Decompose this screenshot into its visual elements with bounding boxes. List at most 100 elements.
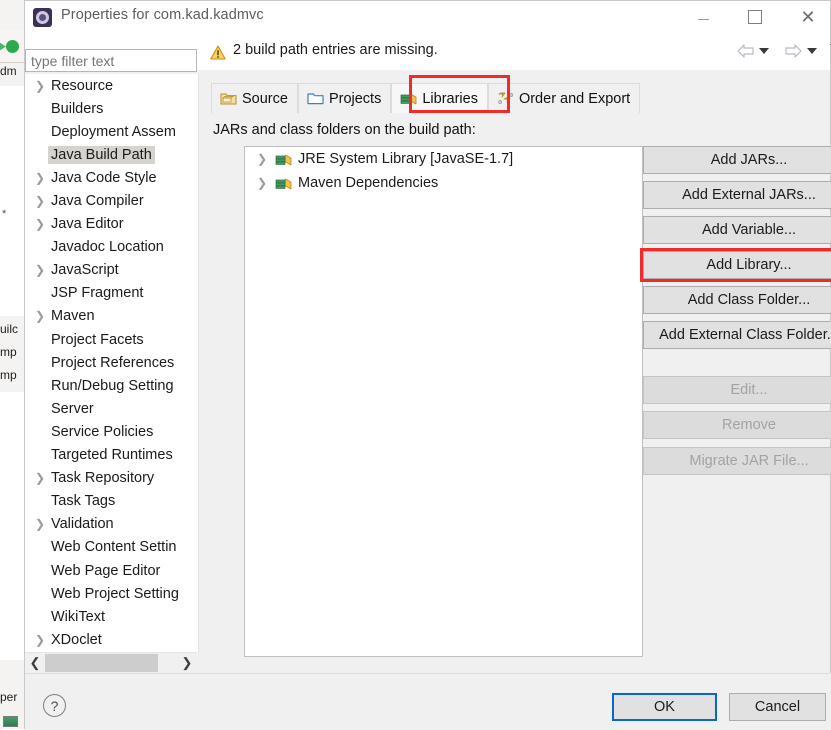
- sidebar-item-java-code-style[interactable]: ❯ Java Code Style: [26, 166, 198, 189]
- sidebar-item-label: Java Code Style: [51, 169, 157, 186]
- chevron-right-icon[interactable]: ❯: [32, 633, 48, 647]
- sidebar-item-jsp-fragment[interactable]: JSP Fragment: [26, 282, 198, 305]
- sidebar-item-label: JavaScript: [51, 262, 119, 279]
- chevron-down-icon[interactable]: [759, 48, 769, 54]
- back-navigation-group[interactable]: [737, 44, 769, 58]
- maximize-icon[interactable]: [732, 1, 778, 32]
- preferences-tree[interactable]: ❯ Resource Builders Deployment Assem Java Bu…: [25, 74, 198, 652]
- sidebar-item-label: Resource: [51, 77, 114, 94]
- chevron-right-icon[interactable]: ❯: [32, 79, 48, 93]
- library-entry[interactable]: ❯ Maven Dependencies: [245, 171, 642, 195]
- migrate-jar-file-button: Migrate JAR File...: [643, 447, 831, 475]
- tab-libraries[interactable]: Libraries: [391, 83, 488, 113]
- dialog-title: Properties for com.kad.kadmvc: [61, 7, 264, 23]
- back-arrow-icon[interactable]: [737, 44, 754, 58]
- add-jars-button[interactable]: Add JARs...: [643, 146, 831, 174]
- chevron-right-icon[interactable]: ❯: [32, 171, 48, 185]
- sidebar-item-javascript[interactable]: ❯ JavaScript: [26, 259, 198, 282]
- build-path-page: Source Projects Libraries Order and Export …: [211, 74, 831, 657]
- sidebar-item-targeted-runtimes[interactable]: Targeted Runtimes: [26, 444, 198, 467]
- chevron-right-icon[interactable]: ❯: [32, 217, 48, 231]
- chevron-right-icon[interactable]: ❯: [32, 263, 48, 277]
- close-icon[interactable]: ✕: [785, 1, 831, 32]
- sidebar-item-web-page-editor[interactable]: Web Page Editor: [26, 559, 198, 582]
- sidebar-item-label: Javadoc Location: [51, 239, 164, 256]
- tab-source[interactable]: Source: [211, 83, 298, 113]
- background-editor-tab-label: dm: [0, 64, 17, 78]
- library-entry[interactable]: ❯ JRE System Library [JavaSE-1.7]: [245, 147, 642, 171]
- sidebar-item-server[interactable]: Server: [26, 397, 198, 420]
- add-external-jars-button[interactable]: Add External JARs...: [643, 181, 831, 209]
- chevron-right-icon[interactable]: ❯: [32, 471, 48, 485]
- sidebar-item-web-project-setting[interactable]: Web Project Setting: [26, 582, 198, 605]
- sidebar-item-service-policies[interactable]: Service Policies: [26, 420, 198, 443]
- chevron-right-icon[interactable]: ❯: [255, 176, 269, 190]
- action-button-column: Add JARs... Add External JARs... Add Varia…: [640, 146, 831, 482]
- add-external-class-folder-button[interactable]: Add External Class Folder...: [643, 321, 831, 349]
- sidebar-item-java-editor[interactable]: ❯ Java Editor: [26, 213, 198, 236]
- sidebar-item-javadoc-location[interactable]: Javadoc Location: [26, 236, 198, 259]
- background-code-line: mp: [0, 368, 17, 382]
- forward-arrow-icon[interactable]: [785, 44, 802, 58]
- sidebar-item-deployment-assem[interactable]: Deployment Assem: [26, 120, 198, 143]
- sidebar-item-label: Deployment Assem: [51, 123, 176, 140]
- add-class-folder-button[interactable]: Add Class Folder...: [643, 286, 831, 314]
- tab-projects[interactable]: Projects: [297, 83, 392, 113]
- add-library-button[interactable]: Add Library...: [643, 251, 831, 279]
- chevron-left-icon[interactable]: ❮: [25, 653, 45, 673]
- sidebar-item-task-tags[interactable]: Task Tags: [26, 490, 198, 513]
- add-variable-button[interactable]: Add Variable...: [643, 216, 831, 244]
- eclipse-gear-icon: [33, 8, 52, 27]
- sidebar-item-run-debug-setting[interactable]: Run/Debug Setting: [26, 374, 198, 397]
- sidebar-item-maven[interactable]: ❯ Maven: [26, 305, 198, 328]
- dialog-footer: ? OK Cancel: [25, 674, 831, 730]
- sidebar-item-project-facets[interactable]: Project Facets: [26, 328, 198, 351]
- sidebar-item-project-references[interactable]: Project References: [26, 351, 198, 374]
- sidebar-item-web-content-settin[interactable]: Web Content Settin: [26, 536, 198, 559]
- background-marker: *: [2, 208, 7, 220]
- projects-folder-icon: [307, 91, 324, 106]
- sidebar-item-validation[interactable]: ❯ Validation: [26, 513, 198, 536]
- sidebar-item-builders[interactable]: Builders: [26, 97, 198, 120]
- chevron-right-icon[interactable]: ❯: [32, 517, 48, 531]
- sidebar-item-resource[interactable]: ❯ Resource: [26, 74, 198, 97]
- background-bottom-label: per: [0, 690, 18, 704]
- library-books-icon: [400, 91, 417, 106]
- forward-navigation-group[interactable]: [785, 44, 817, 58]
- chevron-down-icon[interactable]: [807, 48, 817, 54]
- sidebar-item-task-repository[interactable]: ❯ Task Repository: [26, 467, 198, 490]
- run-icon: [6, 40, 19, 53]
- scrollbar-thumb[interactable]: [45, 654, 158, 672]
- sidebar-item-label: Validation: [51, 516, 114, 533]
- sidebar-item-label: Server: [51, 400, 94, 417]
- background-editor-area: [0, 86, 25, 316]
- sidebar-item-wikitext[interactable]: WikiText: [26, 605, 198, 628]
- tab-label: Source: [242, 90, 288, 107]
- chevron-right-icon[interactable]: ❯: [177, 653, 197, 673]
- filter-input[interactable]: [25, 49, 197, 72]
- scrollbar-track[interactable]: [45, 653, 177, 673]
- sidebar-item-label: XDoclet: [51, 631, 102, 648]
- library-books-icon: [275, 152, 292, 167]
- background-code-line: mp: [0, 345, 17, 359]
- sidebar-item-java-compiler[interactable]: ❯ Java Compiler: [26, 189, 198, 212]
- cancel-button[interactable]: Cancel: [729, 693, 826, 721]
- libraries-list[interactable]: ❯ JRE System Library [JavaSE-1.7] ❯ Maven D…: [244, 146, 643, 657]
- background-code-line: uilc: [0, 322, 19, 336]
- tab-order-and-export[interactable]: Order and Export: [487, 83, 641, 113]
- sidebar-item-java-build-path[interactable]: Java Build Path: [26, 143, 198, 166]
- build-path-tabs[interactable]: Source Projects Libraries Order and Export: [211, 82, 827, 113]
- tree-horizontal-scrollbar[interactable]: ❮ ❯: [25, 652, 197, 673]
- chevron-right-icon[interactable]: ❯: [32, 194, 48, 208]
- toolbar-overflow-button[interactable]: [825, 44, 831, 50]
- chevron-right-icon[interactable]: ❯: [32, 309, 48, 323]
- tab-label: Order and Export: [518, 90, 631, 107]
- library-books-icon: [275, 176, 292, 191]
- ok-button[interactable]: OK: [612, 693, 717, 721]
- sidebar-item-xdoclet[interactable]: ❯ XDoclet: [26, 628, 198, 651]
- help-icon[interactable]: ?: [43, 694, 66, 717]
- remove-button: Remove: [643, 411, 831, 439]
- sidebar-item-label: Run/Debug Setting: [51, 377, 174, 394]
- chevron-right-icon[interactable]: ❯: [255, 152, 269, 166]
- minimize-icon[interactable]: [680, 1, 726, 32]
